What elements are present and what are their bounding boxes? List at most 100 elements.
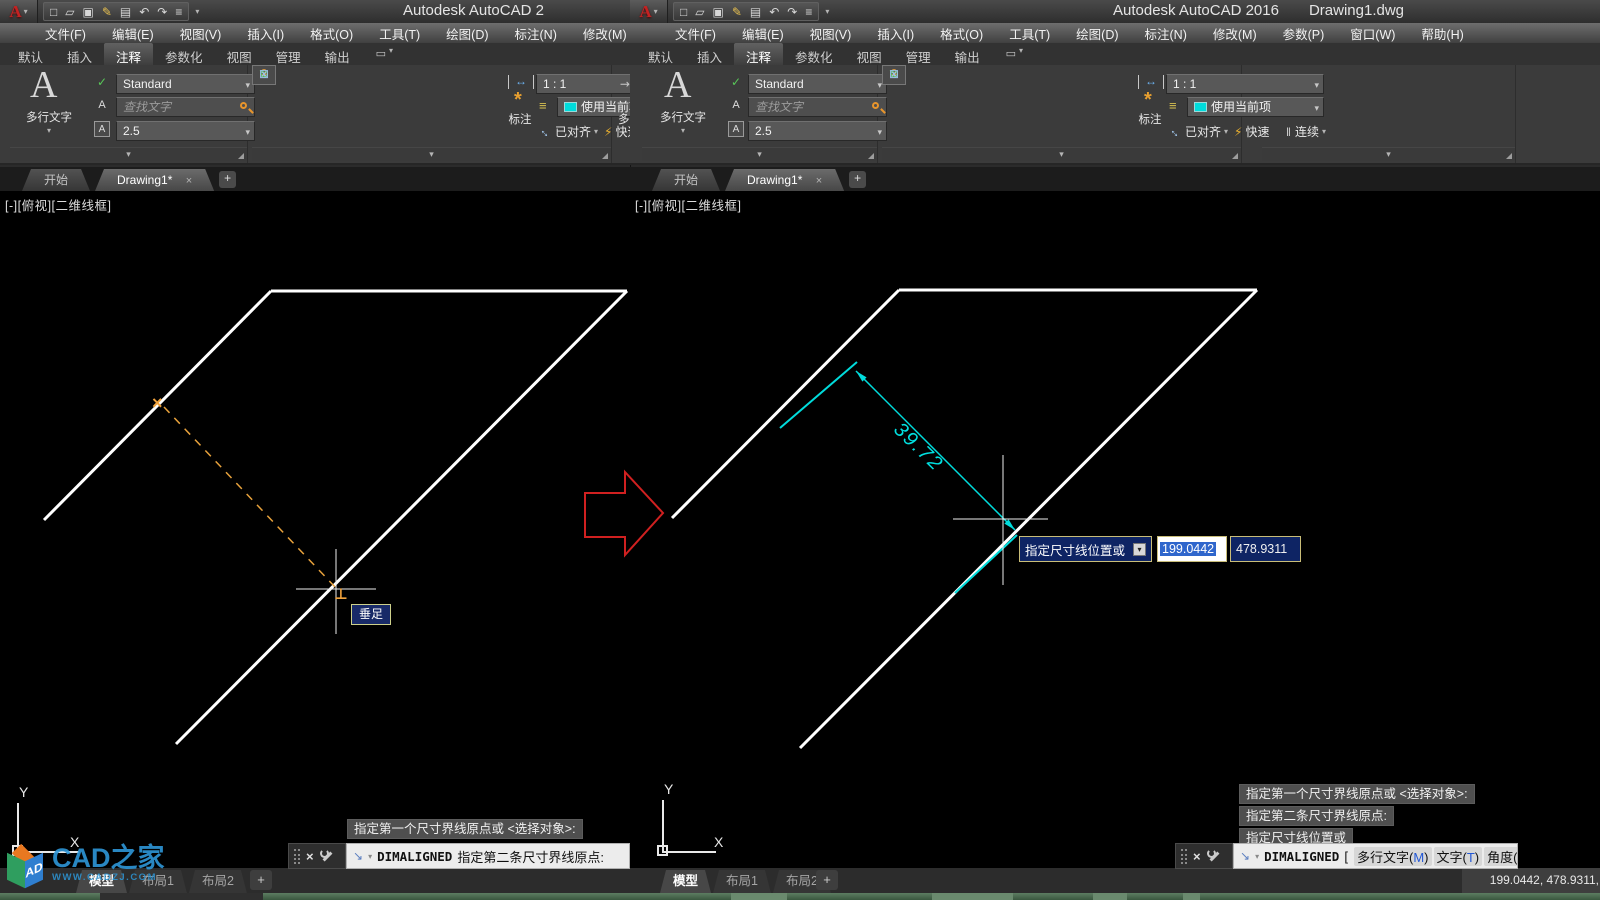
ribbon-display-toggle[interactable]: ▭ ▾	[376, 43, 393, 65]
command-line[interactable]: × ↘ ▾ DIMALIGNED [ 多行文字(M)文字(T)角度(A) ]:	[1175, 843, 1518, 869]
qat-button[interactable]: ▣	[82, 3, 93, 21]
text-style-select[interactable]: Standard	[116, 74, 255, 94]
viewport-controls[interactable]: [-][俯视][二维线框]	[635, 195, 742, 214]
layers-icon[interactable]: ≡	[539, 98, 547, 113]
menu-item[interactable]: 格式(O)	[297, 24, 366, 43]
qat-customize-icon[interactable]: ▾	[195, 8, 199, 16]
app-menu-button[interactable]: A ▾	[630, 0, 668, 23]
chevron-down-icon[interactable]: ▾	[1255, 852, 1259, 861]
find-text-input[interactable]: 查找文字	[748, 97, 887, 117]
text-height-select[interactable]: 2.5	[116, 121, 255, 141]
qat-button[interactable]: ↶	[769, 3, 779, 21]
text-height-select[interactable]: 2.5	[748, 121, 887, 141]
layout-tab[interactable]: 模型	[660, 870, 711, 893]
start-tab[interactable]: 开始	[652, 169, 720, 191]
command-option[interactable]: 文字(T)	[1434, 847, 1483, 866]
menu-item[interactable]: 工具(T)	[366, 24, 433, 43]
layers-icon[interactable]: ≡	[1169, 98, 1177, 113]
qat-button[interactable]: ↶	[139, 3, 149, 21]
menu-item[interactable]: 编辑(E)	[99, 24, 167, 43]
search-icon[interactable]	[872, 102, 879, 109]
menu-item[interactable]: 修改(M)	[570, 24, 630, 43]
spell-check-icon[interactable]: ✓	[92, 74, 112, 92]
command-option[interactable]: 多行文字(M)	[1354, 847, 1432, 866]
menu-item[interactable]: 视图(V)	[797, 24, 865, 43]
mtext-button[interactable]: 多行文字	[18, 109, 80, 135]
text-style-select[interactable]: Standard	[748, 74, 887, 94]
panel-launcher-icon[interactable]	[1232, 153, 1238, 159]
menu-item[interactable]: 工具(T)	[996, 24, 1063, 43]
aligned-dimension-button[interactable]: ↔ 已对齐 ▾	[1170, 123, 1228, 140]
ribbon-tab[interactable]: 插入	[55, 43, 104, 65]
start-tab[interactable]: 开始	[22, 169, 90, 191]
title-bar[interactable]: A ▾ □▱▣✎▤↶↷≡ ▾ Autodesk AutoCAD 2	[0, 0, 630, 23]
command-line[interactable]: × ↘ ▾ DIMALIGNED 指定第二条尺寸界线原点:	[288, 843, 630, 869]
app-menu-button[interactable]: A ▾	[0, 0, 38, 23]
search-icon[interactable]	[240, 102, 247, 109]
new-drawing-button[interactable]: +	[849, 171, 866, 188]
ribbon-tab[interactable]: 管理	[264, 43, 313, 65]
spell-check-icon[interactable]: ✓	[726, 74, 746, 92]
ribbon-tab[interactable]: 输出	[943, 43, 992, 65]
command-input[interactable]: ↘ ▾ DIMALIGNED 指定第二条尺寸界线原点:	[346, 843, 630, 869]
title-bar[interactable]: A ▾ □▱▣✎▤↶↷≡ ▾ Autodesk AutoCAD 2016Draw…	[630, 0, 1600, 23]
close-icon[interactable]: ×	[1193, 850, 1201, 863]
qat-button[interactable]: □	[680, 3, 687, 21]
chevron-down-icon[interactable]: ▾	[368, 852, 372, 861]
qat-button[interactable]: ✎	[102, 3, 112, 21]
dimension-button[interactable]: 标注	[498, 111, 542, 127]
menu-item[interactable]: 修改(M)	[1200, 24, 1270, 43]
close-icon[interactable]: ×	[816, 175, 822, 187]
ribbon-tab[interactable]: 视图	[215, 43, 264, 65]
panel-launcher-icon[interactable]	[602, 153, 608, 159]
qat-button[interactable]: ▤	[120, 3, 131, 21]
menu-item[interactable]: 格式(O)	[927, 24, 996, 43]
panel-expander[interactable]	[642, 147, 877, 161]
dynamic-input-options-icon[interactable]: ▾	[1133, 543, 1146, 556]
ribbon-tab[interactable]: 注释	[104, 43, 153, 65]
ribbon-tab[interactable]: 视图	[845, 43, 894, 65]
dim-style-icon[interactable]: *	[514, 91, 522, 109]
ribbon-tab[interactable]: 参数化	[153, 43, 215, 65]
command-input[interactable]: ↘ ▾ DIMALIGNED [ 多行文字(M)文字(T)角度(A) ]:	[1233, 843, 1518, 869]
drawing-canvas-right[interactable]: [-][俯视][二维线框] 39.72 指定尺寸线位置或 ▾ 199.0442 …	[630, 191, 1600, 868]
panel-expander[interactable]	[1262, 147, 1515, 161]
new-layout-button[interactable]: +	[250, 870, 272, 890]
ribbon-display-toggle[interactable]: ▭ ▾	[1006, 43, 1023, 65]
menu-item[interactable]: 帮助(H)	[1408, 24, 1476, 43]
drawing-canvas-left[interactable]: [-][俯视][二维线框] × ⊥ 垂足 Y X	[0, 191, 630, 868]
menu-item[interactable]: 文件(F)	[32, 24, 99, 43]
aligned-dimension-button[interactable]: ↔ 已对齐 ▾	[540, 123, 598, 140]
ribbon-tab[interactable]: 输出	[313, 43, 362, 65]
ribbon-tab[interactable]: 参数化	[783, 43, 845, 65]
close-icon[interactable]: ×	[306, 850, 314, 863]
dimension-button[interactable]: 标注	[1128, 111, 1172, 127]
close-icon[interactable]: ×	[186, 175, 192, 187]
qat-button[interactable]: ▣	[712, 3, 723, 21]
layout-tab[interactable]: 布局2	[189, 870, 247, 893]
menu-item[interactable]: 插入(I)	[864, 24, 927, 43]
linear-dimension-icon[interactable]: ↔	[508, 75, 534, 89]
ribbon-tab[interactable]: 默认	[6, 43, 55, 65]
drag-handle[interactable]	[1181, 849, 1187, 864]
panel-launcher-icon[interactable]	[1506, 153, 1512, 159]
ribbon-tab[interactable]: 注释	[734, 43, 783, 65]
qat-button[interactable]: ≡	[805, 3, 812, 21]
text-style-icon[interactable]: A	[728, 121, 744, 137]
panel-expander[interactable]	[10, 147, 247, 161]
menu-item[interactable]: 标注(N)	[502, 24, 570, 43]
menu-item[interactable]: 标注(N)	[1132, 24, 1200, 43]
wrench-icon[interactable]	[320, 849, 333, 863]
dim-tool-icon[interactable]: ⊠	[882, 65, 906, 85]
mtext-button[interactable]: 多行文字	[652, 109, 714, 135]
dim-style-icon[interactable]: *	[1144, 91, 1152, 109]
ribbon-tab[interactable]: 管理	[894, 43, 943, 65]
panel-expander[interactable]	[252, 147, 611, 161]
qat-button[interactable]: ↷	[787, 3, 797, 21]
menu-item[interactable]: 绘图(D)	[1063, 24, 1131, 43]
menu-item[interactable]: 参数(P)	[1270, 24, 1338, 43]
wrench-icon[interactable]	[1207, 849, 1220, 863]
panel-expander[interactable]	[882, 147, 1241, 161]
qat-button[interactable]: □	[50, 3, 57, 21]
qat-button[interactable]: ▱	[695, 3, 704, 21]
